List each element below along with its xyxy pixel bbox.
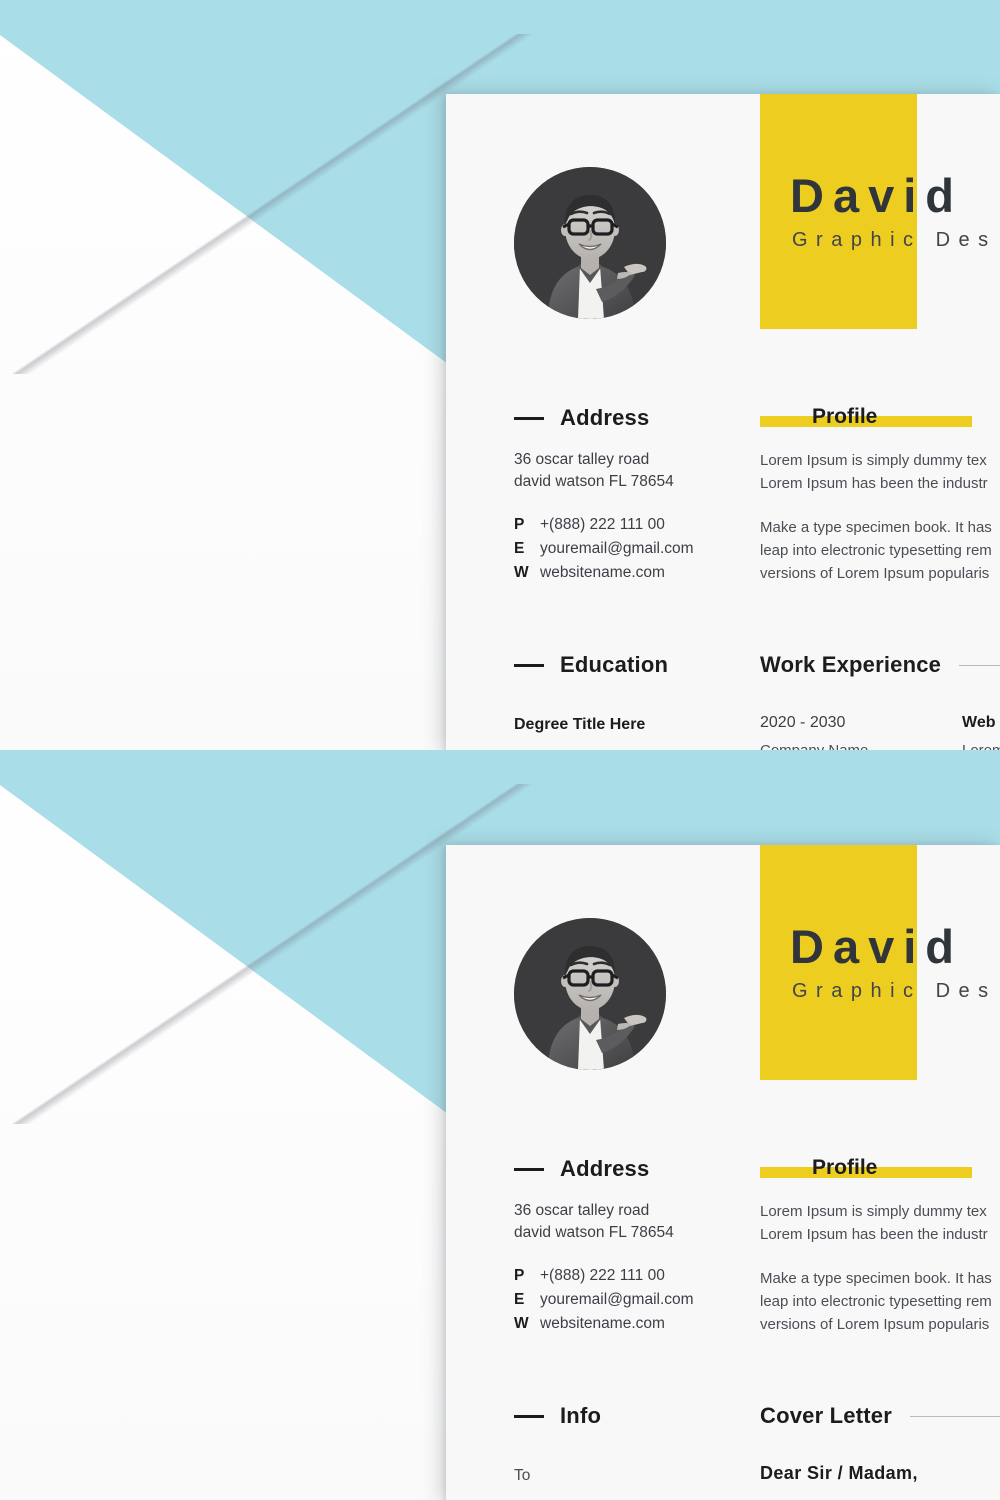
contact-row-email[interactable]: E youremail@gmail.com — [514, 1288, 694, 1312]
contact-row-phone[interactable]: P +(888) 222 111 00 — [514, 1264, 694, 1288]
address-lines: 36 oscar talley road david watson FL 786… — [514, 449, 674, 493]
section-title-text: Profile — [812, 1156, 878, 1179]
section-title-text: Work Experience — [760, 652, 942, 677]
section-title-text: Address — [560, 405, 650, 430]
dash-icon — [514, 663, 544, 667]
heading-rule — [910, 1415, 1000, 1417]
resume-card-page-2[interactable]: David Graphic Des Address 36 oscar talle… — [446, 845, 1000, 1500]
section-heading-profile: Profile — [760, 405, 972, 429]
dash-icon — [514, 1167, 544, 1171]
dash-icon — [514, 1414, 544, 1418]
contact-row-website[interactable]: W websitename.com — [514, 1312, 694, 1336]
resume-preview-panel-bottom: David Graphic Des Address 36 oscar talle… — [0, 750, 1000, 1500]
profile-paragraph-2: Make a type specimen book. It has leap i… — [760, 516, 1000, 585]
contact-row-email[interactable]: E youremail@gmail.com — [514, 537, 694, 561]
contact-row-website[interactable]: W websitename.com — [514, 561, 694, 585]
section-heading-education: Education — [514, 652, 668, 678]
job-role-subtitle: Graphic Des — [792, 980, 997, 1002]
section-title-text: Address — [560, 1156, 650, 1181]
section-title-text: Education — [560, 652, 669, 677]
profile-p2-line3: versions of Lorem Ipsum popularis — [760, 565, 990, 582]
profile-p1-line2: Lorem Ipsum has been the industr — [760, 1226, 988, 1243]
experience-description: Lorem ip — [962, 742, 1000, 750]
profile-paragraph-1: Lorem Ipsum is simply dummy tex Lorem Ip… — [760, 1200, 1000, 1246]
contact-key: E — [514, 540, 525, 557]
page-title-name: David — [790, 169, 963, 222]
section-heading-cover-letter: Cover Letter — [760, 1403, 1000, 1429]
section-heading-address: Address — [514, 1156, 649, 1182]
contact-list: P +(888) 222 111 00 E youremail@gmail.co… — [514, 513, 694, 585]
contact-value: +(888) 222 111 00 — [540, 516, 665, 533]
profile-body-text: Lorem Ipsum is simply dummy tex Lorem Ip… — [760, 1200, 1000, 1357]
contact-key: W — [514, 1315, 529, 1332]
contact-value: +(888) 222 111 00 — [540, 1267, 665, 1284]
address-line-2: david watson FL 78654 — [514, 473, 674, 490]
section-heading-work-experience: Work Experience — [760, 652, 1000, 678]
profile-p2-line3: versions of Lorem Ipsum popularis — [760, 1316, 990, 1333]
profile-p2-line1: Make a type specimen book. It has — [760, 519, 992, 536]
contact-value: youremail@gmail.com — [540, 540, 694, 557]
address-line-1: 36 oscar talley road — [514, 451, 650, 468]
section-heading-address: Address — [514, 405, 649, 431]
heading-rule — [959, 664, 1000, 666]
contact-value: websitename.com — [540, 1315, 665, 1332]
experience-job-title: Web Desi — [962, 714, 1000, 731]
experience-date-range: 2020 - 2030 — [760, 714, 846, 731]
profile-paragraph-2: Make a type specimen book. It has leap i… — [760, 1267, 1000, 1336]
address-lines: 36 oscar talley road david watson FL 786… — [514, 1200, 674, 1244]
profile-p1-line2: Lorem Ipsum has been the industr — [760, 475, 988, 492]
profile-p2-line2: leap into electronic typesetting rem — [760, 542, 992, 559]
contact-key: E — [514, 1291, 525, 1308]
avatar — [514, 918, 666, 1070]
profile-paragraph-1: Lorem Ipsum is simply dummy tex Lorem Ip… — [760, 449, 1000, 495]
profile-p1-line1: Lorem Ipsum is simply dummy tex — [760, 1203, 987, 1220]
section-title-text: Info — [560, 1403, 602, 1428]
contact-row-phone[interactable]: P +(888) 222 111 00 — [514, 513, 694, 537]
page-title-name: David — [790, 920, 963, 973]
section-heading-profile: Profile — [760, 1156, 972, 1180]
avatar — [514, 167, 666, 319]
education-degree-title: Degree Title Here — [514, 716, 646, 733]
contact-list: P +(888) 222 111 00 E youremail@gmail.co… — [514, 1264, 694, 1336]
profile-p1-line1: Lorem Ipsum is simply dummy tex — [760, 452, 987, 469]
info-to-label: To — [514, 1467, 531, 1484]
contact-value: youremail@gmail.com — [540, 1291, 694, 1308]
resume-preview-panel-top: David Graphic Des Address 36 oscar talle… — [0, 0, 1000, 750]
job-role-subtitle: Graphic Des — [792, 229, 997, 251]
contact-key: P — [514, 1267, 525, 1284]
section-title-text: Profile — [812, 405, 878, 428]
profile-body-text: Lorem Ipsum is simply dummy tex Lorem Ip… — [760, 449, 1000, 606]
contact-key: W — [514, 564, 529, 581]
cover-letter-salutation: Dear Sir / Madam, — [760, 1463, 918, 1483]
contact-key: P — [514, 516, 525, 533]
profile-p2-line1: Make a type specimen book. It has — [760, 1270, 992, 1287]
contact-value: websitename.com — [540, 564, 665, 581]
section-title-text: Cover Letter — [760, 1403, 892, 1428]
experience-company: Company Name — [760, 742, 868, 750]
address-line-1: 36 oscar talley road — [514, 1202, 650, 1219]
address-line-2: david watson FL 78654 — [514, 1224, 674, 1241]
resume-card-page-1[interactable]: David Graphic Des Address 36 oscar talle… — [446, 94, 1000, 750]
dash-icon — [514, 416, 544, 420]
section-heading-info: Info — [514, 1403, 601, 1429]
profile-p2-line2: leap into electronic typesetting rem — [760, 1293, 992, 1310]
